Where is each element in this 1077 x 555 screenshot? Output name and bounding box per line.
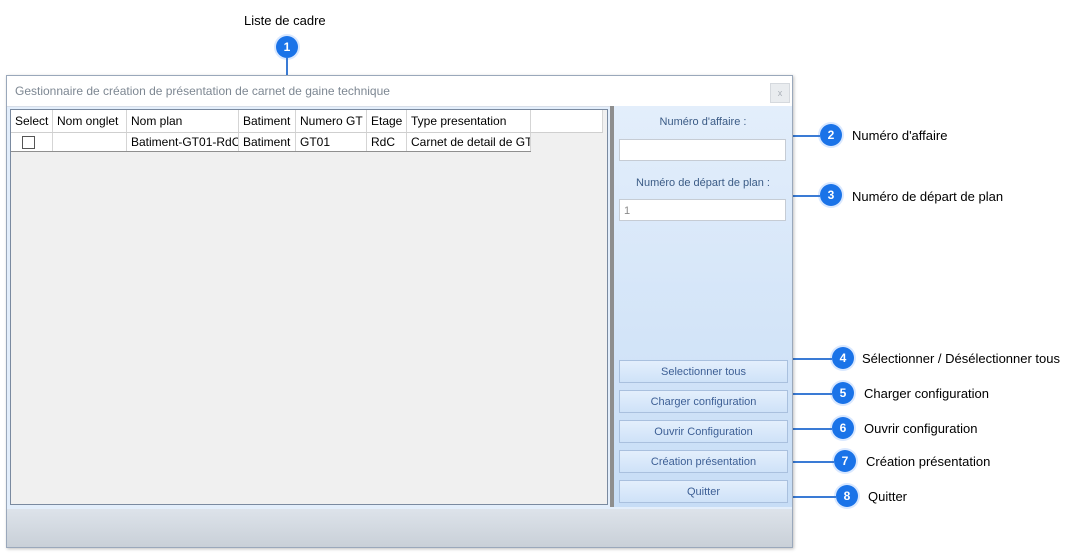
callout-line-6: [790, 428, 832, 430]
column-header-select[interactable]: Select: [11, 110, 53, 132]
callout-label-ouvrir: Ouvrir configuration: [864, 421, 978, 436]
callout-label-numero-depart: Numéro de départ de plan: [852, 189, 1004, 204]
table-row[interactable]: Batiment-GT01-RdC Batiment GT01 RdC Carn…: [11, 133, 531, 152]
grid-header: Select Nom onglet Nom plan Batiment Nume…: [11, 110, 603, 133]
title-bar: Gestionnaire de création de présentation…: [7, 76, 792, 107]
callout-badge-6: 6: [832, 417, 854, 439]
callout-label-quitter: Quitter: [868, 489, 908, 504]
callout-badge-8: 8: [836, 485, 858, 507]
callout-label-numero-affaire: Numéro d'affaire: [852, 128, 948, 143]
cell-numero-gt[interactable]: GT01: [296, 133, 367, 151]
column-header-nom-plan[interactable]: Nom plan: [127, 110, 239, 132]
column-header-numero-gt[interactable]: Numero GT: [296, 110, 367, 132]
callout-line-4: [790, 358, 832, 360]
callout-line-3: [790, 195, 820, 197]
create-presentation-button[interactable]: Création présentation: [619, 450, 788, 473]
callout-badge-3: 3: [820, 184, 842, 206]
column-header-type-presentation[interactable]: Type presentation: [407, 110, 531, 132]
callout-line-8: [790, 496, 836, 498]
quit-button[interactable]: Quitter: [619, 480, 788, 503]
cell-batiment[interactable]: Batiment: [239, 133, 296, 151]
column-header-etage[interactable]: Etage: [367, 110, 407, 132]
close-button[interactable]: x: [770, 83, 790, 103]
numero-affaire-label: Numéro d'affaire :: [659, 116, 747, 128]
callout-badge-1: 1: [276, 36, 298, 58]
load-configuration-button[interactable]: Charger configuration: [619, 390, 788, 413]
open-configuration-button[interactable]: Ouvrir Configuration: [619, 420, 788, 443]
callout-line-2: [790, 135, 820, 137]
column-header-empty: [531, 110, 603, 132]
cell-type-presentation[interactable]: Carnet de detail de GT: [407, 133, 531, 151]
frame-list-grid[interactable]: Select Nom onglet Nom plan Batiment Nume…: [10, 109, 608, 505]
window-title: Gestionnaire de création de présentation…: [15, 84, 390, 98]
numero-depart-input[interactable]: 1: [619, 199, 786, 221]
callout-badge-4: 4: [832, 347, 854, 369]
callout-label-selectionner: Sélectionner / Désélectionner tous: [862, 351, 1061, 366]
row-select-checkbox[interactable]: [22, 135, 35, 149]
cell-nom-onglet[interactable]: [53, 133, 127, 151]
column-header-batiment[interactable]: Batiment: [239, 110, 296, 132]
callout-label-liste-de-cadre: Liste de cadre: [244, 13, 326, 28]
cell-nom-plan[interactable]: Batiment-GT01-RdC: [127, 133, 239, 151]
callout-badge-7: 7: [834, 450, 856, 472]
callout-line-5: [790, 393, 832, 395]
cell-etage[interactable]: RdC: [367, 133, 407, 151]
numero-affaire-input[interactable]: [619, 139, 786, 161]
select-all-button[interactable]: Selectionner tous: [619, 360, 788, 383]
callout-badge-2: 2: [820, 124, 842, 146]
callout-badge-5: 5: [832, 382, 854, 404]
column-header-nom-onglet[interactable]: Nom onglet: [53, 110, 127, 132]
callout-label-charger: Charger configuration: [864, 386, 990, 401]
status-bar: [7, 509, 792, 547]
app-window: Gestionnaire de création de présentation…: [6, 75, 793, 548]
callout-label-creation: Création présentation: [866, 454, 991, 469]
callout-line-7: [790, 461, 834, 463]
numero-depart-label: Numéro de départ de plan :: [636, 177, 770, 189]
options-panel: Numéro d'affaire : Numéro de départ de p…: [614, 106, 792, 507]
cell-select: [11, 133, 53, 151]
